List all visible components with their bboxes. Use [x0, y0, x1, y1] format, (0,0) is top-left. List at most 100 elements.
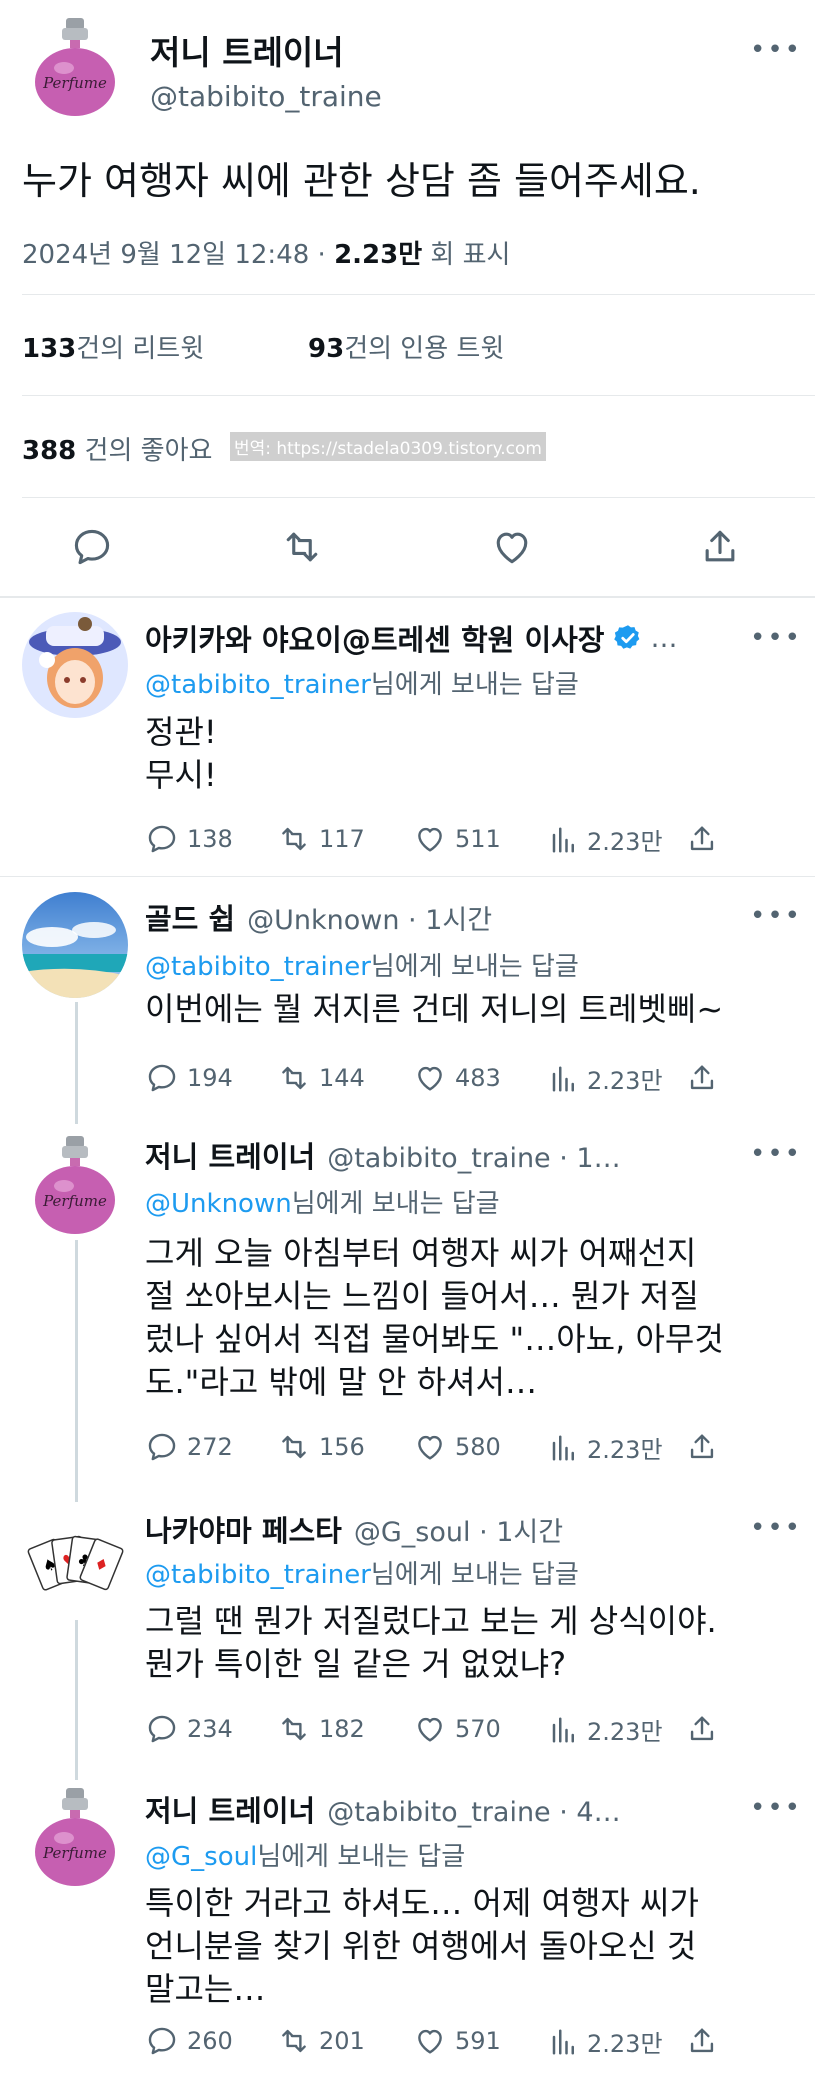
views-button[interactable]: 2.23만 [549, 2024, 663, 2059]
like-button[interactable]: 483 [413, 1061, 501, 1095]
verified-badge-icon [613, 625, 639, 649]
retweet-label: 건의 리트윗 [76, 334, 205, 364]
reply-count: 194 [187, 1064, 233, 1092]
views-chart-icon [552, 1066, 574, 1091]
view-count-label: 회 표시 [430, 240, 511, 270]
avatar-nakayama-festa[interactable]: ♠ ♥ ♣ ♦ [22, 1508, 128, 1614]
reply-author-name[interactable]: 나카야마 페스타 [145, 1508, 342, 1550]
view-count: 2.23만 [587, 2030, 663, 2058]
reply-author-handle[interactable]: @tabibito_traine · 4… [327, 1797, 620, 1828]
like-button[interactable]: 591 [413, 2024, 501, 2058]
retweet-count: 144 [319, 1064, 365, 1092]
reply-text: 그럴 땐 뭔가 저질렀다고 보는 게 상식이야. 뭔가 특이한 일 같은 거 없… [145, 1602, 717, 1683]
like-count: 580 [455, 1433, 501, 1461]
views-button[interactable]: 2.23만 [549, 822, 663, 857]
retweet-button[interactable]: 144 [277, 1061, 365, 1095]
reply-button[interactable]: 194 [145, 1061, 233, 1095]
reply-icon [148, 2027, 176, 2055]
more-options-icon[interactable]: ••• [750, 903, 802, 929]
retweet-button[interactable]: 201 [277, 2024, 365, 2058]
retweet-icon[interactable] [280, 525, 324, 569]
views-button[interactable]: 2.23만 [549, 1430, 663, 1465]
reply-icon[interactable] [70, 525, 114, 569]
reply-author-handle[interactable]: … [651, 623, 678, 654]
reply-to-suffix: 님에게 보내는 답글 [370, 1560, 579, 1590]
like-icon [418, 1435, 442, 1460]
reply-author-name[interactable]: 골드 쉽 [145, 896, 235, 938]
share-icon[interactable] [685, 1061, 719, 1095]
reply-to-mention[interactable]: @tabibito_trainer [145, 670, 371, 700]
reply-header: 저니 트레이너 @tabibito_traine · 1… [145, 1134, 621, 1176]
like-button[interactable]: 570 [413, 1712, 501, 1746]
retweet-icon [282, 1435, 306, 1459]
reply-action-bar: 260 201 591 2.23만 [145, 2024, 795, 2064]
reply-author-handle[interactable]: @G_soul · 1시간 [354, 1510, 563, 1549]
main-action-bar [0, 520, 815, 580]
avatar-akikawa-yayoi[interactable] [22, 612, 128, 718]
more-options-icon[interactable]: ••• [750, 625, 802, 651]
tweet-timestamp[interactable]: 2024년 9월 12일 12:48 · [22, 240, 326, 270]
more-options-icon[interactable]: ••• [750, 1515, 802, 1541]
like-count: 511 [455, 825, 501, 853]
retweet-button[interactable]: 117 [277, 822, 365, 856]
avatar-journey-trainer[interactable]: Perfume [22, 1782, 128, 1888]
like-icon[interactable] [490, 525, 534, 569]
retweet-button[interactable]: 182 [277, 1712, 365, 1746]
view-count: 2.23만 [587, 1718, 663, 1746]
reply-author-name[interactable]: 저니 트레이너 [145, 1134, 315, 1176]
reply-button[interactable]: 138 [145, 822, 233, 856]
tweet-meta: 2024년 9월 12일 12:48 · 2.23만 회 표시 [22, 234, 510, 271]
like-icon [418, 827, 442, 852]
divider [22, 294, 815, 295]
views-button[interactable]: 2.23만 [549, 1712, 663, 1747]
reply-to-line: @tabibito_trainer님에게 보내는 답글 [145, 1554, 579, 1591]
share-icon[interactable] [685, 2024, 719, 2058]
reply-text: 그게 오늘 아침부터 여행자 씨가 어째선지 절 쏘아보시는 느낌이 들어서… … [145, 1234, 724, 1401]
share-icon[interactable] [685, 1430, 719, 1464]
more-options-icon[interactable]: ••• [750, 1795, 802, 1821]
reply-header: 나카야마 페스타 @G_soul · 1시간 [145, 1508, 563, 1550]
reply-to-mention[interactable]: @Unknown [145, 1189, 292, 1219]
avatar-journey-trainer[interactable]: Perfume [22, 1130, 128, 1236]
reply-button[interactable]: 272 [145, 1430, 233, 1464]
share-icon[interactable] [685, 822, 719, 856]
views-chart-icon [552, 1435, 574, 1460]
reply-count: 138 [187, 825, 233, 853]
reply-to-mention[interactable]: @G_soul [145, 1842, 257, 1872]
avatar-gold-ship[interactable] [22, 892, 128, 998]
share-icon[interactable] [698, 525, 742, 569]
quote-stats[interactable]: 93건의 인용 트윗 [308, 328, 504, 365]
author-name[interactable]: 저니 트레이너 [150, 26, 344, 74]
retweet-stats[interactable]: 133건의 리트윗 [22, 328, 204, 365]
reply-to-mention[interactable]: @tabibito_trainer [145, 1560, 371, 1590]
avatar-journey-trainer[interactable]: Perfume [22, 12, 128, 118]
views-button[interactable]: 2.23만 [549, 1061, 663, 1096]
reply-button[interactable]: 260 [145, 2024, 233, 2058]
reply-icon [148, 1433, 176, 1461]
like-stats[interactable]: 388 건의 좋아요 [22, 430, 212, 467]
more-options-icon[interactable]: ••• [750, 37, 802, 63]
share-icon[interactable] [685, 1712, 719, 1746]
reply-to-mention[interactable]: @tabibito_trainer [145, 952, 371, 982]
reply-author-handle[interactable]: @tabibito_traine · 1… [327, 1143, 620, 1174]
more-options-icon[interactable]: ••• [750, 1141, 802, 1167]
reply-count: 272 [187, 1433, 233, 1461]
reply-icon [148, 1064, 176, 1092]
retweet-icon [282, 827, 306, 851]
retweet-icon [282, 1717, 306, 1741]
author-handle[interactable]: @tabibito_traine [150, 80, 382, 113]
playing-cards-icon: ♠ ♥ ♣ ♦ [22, 1508, 128, 1614]
views-chart-icon [552, 1717, 574, 1742]
like-button[interactable]: 580 [413, 1430, 501, 1464]
retweet-button[interactable]: 156 [277, 1430, 365, 1464]
translation-watermark: 번역: https://stadela0309.tistory.com [230, 432, 546, 461]
reply-header: 아키카와 야요이@트레센 학원 이사장 … [145, 617, 678, 659]
reply-author-name[interactable]: 저니 트레이너 [145, 1788, 315, 1830]
like-button[interactable]: 511 [413, 822, 501, 856]
reply-author-name[interactable]: 아키카와 야요이@트레센 학원 이사장 [145, 617, 605, 659]
reply-button[interactable]: 234 [145, 1712, 233, 1746]
reply-to-suffix: 님에게 보내는 답글 [370, 952, 579, 982]
svg-text:Perfume: Perfume [42, 74, 107, 92]
reply-author-handle[interactable]: @Unknown · 1시간 [247, 898, 492, 937]
like-label: 건의 좋아요 [84, 436, 213, 466]
